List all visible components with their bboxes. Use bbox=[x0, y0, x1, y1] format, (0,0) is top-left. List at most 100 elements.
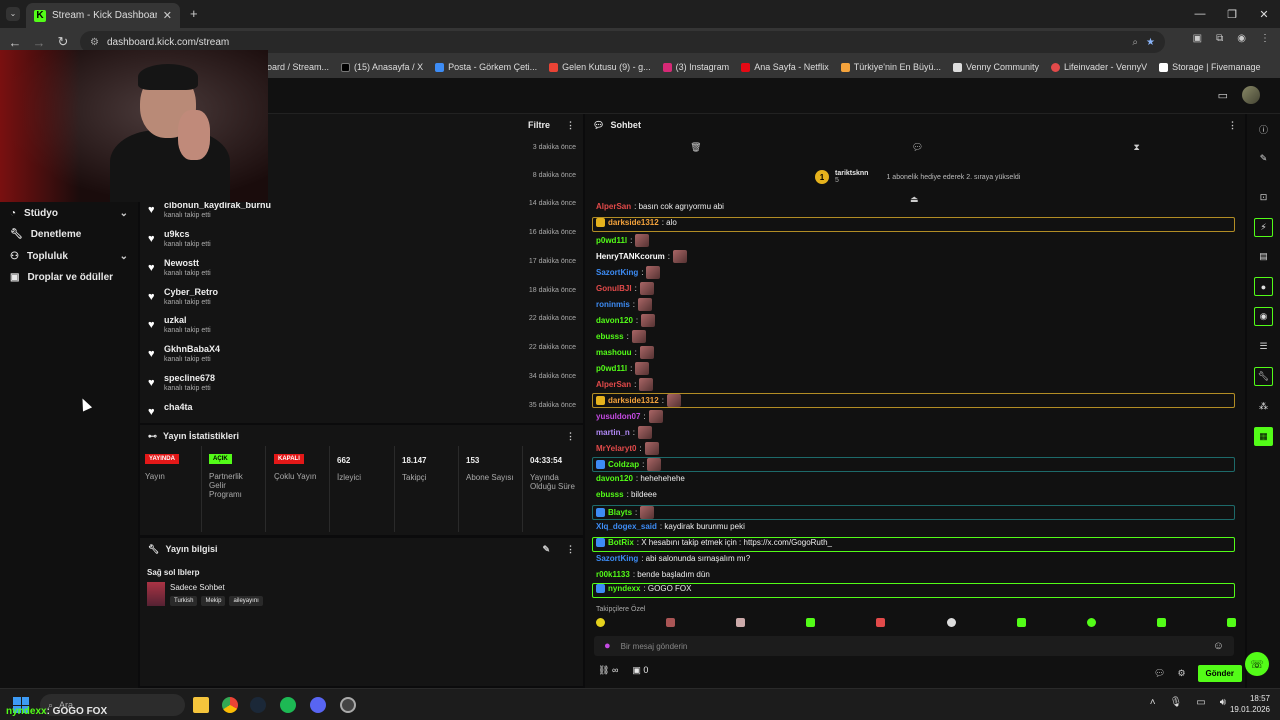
microphone-icon[interactable]: ● bbox=[604, 640, 611, 652]
emote-icon[interactable] bbox=[1016, 618, 1026, 627]
site-info-icon[interactable]: ⚙ bbox=[90, 37, 99, 48]
collapse-icon[interactable]: ⏏ bbox=[910, 194, 919, 205]
category-name[interactable]: Sadece Sohbet bbox=[170, 583, 225, 592]
bookmark-item[interactable]: board / Stream... bbox=[262, 62, 329, 72]
obs-icon[interactable] bbox=[340, 697, 356, 713]
chat-bubble-icon[interactable]: ● bbox=[1254, 277, 1273, 296]
more-icon[interactable]: ⋮ bbox=[566, 120, 575, 131]
bookmark-item[interactable]: Gelen Kutusu (9) - g... bbox=[549, 62, 651, 72]
bookmark-item[interactable]: Posta - Görkem Çeti... bbox=[435, 62, 537, 72]
reload-icon[interactable]: ↻ bbox=[51, 34, 75, 50]
chat-username[interactable]: SazortKing bbox=[596, 554, 638, 563]
sidebar-item-moderation[interactable]: 🔧︎ Denetleme bbox=[10, 229, 128, 240]
chat-input[interactable]: ● Bir mesaj gönderin ☺ bbox=[594, 636, 1234, 656]
chat-username[interactable]: BotRix bbox=[608, 538, 634, 547]
bookmark-item[interactable]: Ana Sayfa - Netflix bbox=[741, 62, 829, 72]
tab-close-icon[interactable]: ✕ bbox=[163, 9, 172, 22]
broadcast-icon[interactable]: ◉ bbox=[1254, 307, 1273, 326]
clock[interactable]: 18:57 19.01.2026 bbox=[1230, 693, 1270, 715]
edit-icon[interactable]: ✎ bbox=[542, 544, 550, 555]
bookmark-item[interactable]: Venny Community bbox=[952, 62, 1039, 72]
browser-menu-icon[interactable]: ⋮ bbox=[1260, 33, 1270, 44]
bookmark-item[interactable]: Türkiye'nin En Büyü... bbox=[840, 62, 941, 72]
chrome-icon[interactable] bbox=[222, 697, 238, 713]
emote-icon[interactable] bbox=[1226, 618, 1236, 627]
chat-username[interactable]: GonulBJI bbox=[596, 284, 632, 293]
chat-username[interactable]: Blayts bbox=[608, 508, 632, 517]
emote-icon[interactable] bbox=[596, 618, 605, 627]
back-icon[interactable]: ← bbox=[3, 35, 27, 50]
tab-search-icon[interactable]: ⌄ bbox=[6, 7, 20, 21]
more-icon[interactable]: ⋮ bbox=[566, 431, 575, 442]
filter-button[interactable]: Filtre bbox=[528, 120, 550, 130]
edit-icon[interactable]: ✎ bbox=[1254, 149, 1273, 168]
chat-bubble-icon[interactable]: 💬︎ bbox=[1154, 668, 1165, 679]
file-explorer-icon[interactable] bbox=[193, 697, 209, 713]
bookmark-star-icon[interactable]: ★ bbox=[1146, 37, 1155, 48]
extensions-puzzle-icon[interactable]: ⧉ bbox=[1216, 33, 1223, 44]
send-button[interactable]: Gönder bbox=[1197, 665, 1242, 682]
creator-card-icon[interactable]: ▭ bbox=[1218, 89, 1228, 102]
close-window-icon[interactable]: ✕ bbox=[1248, 0, 1280, 28]
tag[interactable]: aileyayını bbox=[229, 596, 263, 606]
chat-username[interactable]: nyndexx bbox=[608, 584, 640, 593]
sidebar-item-drops[interactable]: ▣ Droplar ve ödüller bbox=[10, 272, 128, 283]
bookmark-item[interactable]: (15) Anasayfa / X bbox=[341, 62, 423, 72]
emote-icon[interactable] bbox=[806, 618, 816, 627]
gift-count-indicator[interactable]: ▣ 0 bbox=[632, 665, 648, 676]
emote-icon[interactable] bbox=[1156, 618, 1166, 627]
note-icon[interactable]: ▤ bbox=[1254, 247, 1273, 266]
chat-username[interactable]: AlperSan bbox=[596, 202, 631, 211]
chat-username[interactable]: davon120 bbox=[596, 474, 633, 483]
emote-icon[interactable] bbox=[876, 618, 886, 627]
browser-tab[interactable]: K Stream - Kick Dashboard ✕ bbox=[26, 3, 180, 28]
wifi-icon[interactable]: ▭ bbox=[1196, 697, 1205, 708]
emote-icon[interactable] bbox=[946, 618, 956, 627]
trash-icon[interactable]: 🗑︎ bbox=[690, 142, 701, 153]
hourglass-icon[interactable]: ⧗ bbox=[1134, 142, 1140, 153]
new-tab-icon[interactable]: + bbox=[190, 6, 198, 21]
screen-icon[interactable]: ⊡ bbox=[1254, 188, 1273, 207]
profile-icon[interactable]: ◉ bbox=[1237, 33, 1246, 44]
chat-username[interactable]: yusuldon07 bbox=[596, 412, 640, 421]
avatar[interactable] bbox=[1242, 86, 1260, 104]
emoji-icon[interactable]: ☺ bbox=[1213, 640, 1224, 652]
bookmark-item[interactable]: Storage | Fivemanage bbox=[1159, 62, 1260, 72]
chat-bubble-icon[interactable]: 💬︎ bbox=[912, 142, 923, 153]
microphone-icon[interactable]: 🎙︎ bbox=[1170, 697, 1183, 708]
chat-username[interactable]: darkside1312 bbox=[608, 218, 659, 227]
support-icon[interactable]: ☏ bbox=[1245, 652, 1269, 676]
gear-icon[interactable]: ⚙ bbox=[1177, 668, 1185, 679]
wrench-icon[interactable]: 🔧︎ bbox=[1254, 367, 1273, 386]
chat-username[interactable]: SazortKing bbox=[596, 268, 638, 277]
grid-icon[interactable]: ▦ bbox=[1254, 427, 1273, 446]
emote-icon[interactable] bbox=[1086, 618, 1096, 627]
spotify-icon[interactable] bbox=[280, 697, 296, 713]
chat-username[interactable]: mashouu bbox=[596, 348, 632, 357]
bookmark-item[interactable]: (3) Instagram bbox=[662, 62, 729, 72]
chat-username[interactable]: davon120 bbox=[596, 316, 633, 325]
emote-icon[interactable] bbox=[666, 618, 676, 627]
emote-icon[interactable] bbox=[736, 618, 746, 627]
maximize-icon[interactable]: ❐ bbox=[1216, 0, 1248, 28]
bookmark-item[interactable]: Lifeinvader - VennyV bbox=[1051, 62, 1147, 72]
lightning-icon[interactable]: ⚡︎ bbox=[1254, 218, 1273, 237]
chat-username[interactable]: HenryTANKcorum bbox=[596, 252, 665, 261]
chat-username[interactable]: martin_n bbox=[596, 428, 630, 437]
server-icon[interactable]: ☰ bbox=[1254, 337, 1273, 356]
more-icon[interactable]: ⋮ bbox=[566, 544, 575, 555]
discord-icon[interactable] bbox=[310, 697, 326, 713]
chat-username[interactable]: roninmis bbox=[596, 300, 630, 309]
chat-username[interactable]: Xlq_dogex_said bbox=[596, 522, 657, 531]
chat-username[interactable]: r00k1133 bbox=[596, 570, 630, 579]
volume-icon[interactable]: 🔊︎ bbox=[1220, 697, 1226, 708]
chat-username[interactable]: p0wd11l bbox=[596, 364, 627, 373]
chat-username[interactable]: p0wd11l bbox=[596, 236, 627, 245]
chat-username[interactable]: ebusss bbox=[596, 490, 624, 499]
minimize-icon[interactable]: — bbox=[1184, 0, 1216, 28]
info-icon[interactable]: ⓘ bbox=[1254, 120, 1273, 139]
chat-username[interactable]: darkside1312 bbox=[608, 396, 659, 405]
tag[interactable]: Mekip bbox=[201, 596, 226, 606]
chat-username[interactable]: MrYelaryt0 bbox=[596, 444, 636, 453]
forward-icon[interactable]: → bbox=[27, 35, 51, 50]
